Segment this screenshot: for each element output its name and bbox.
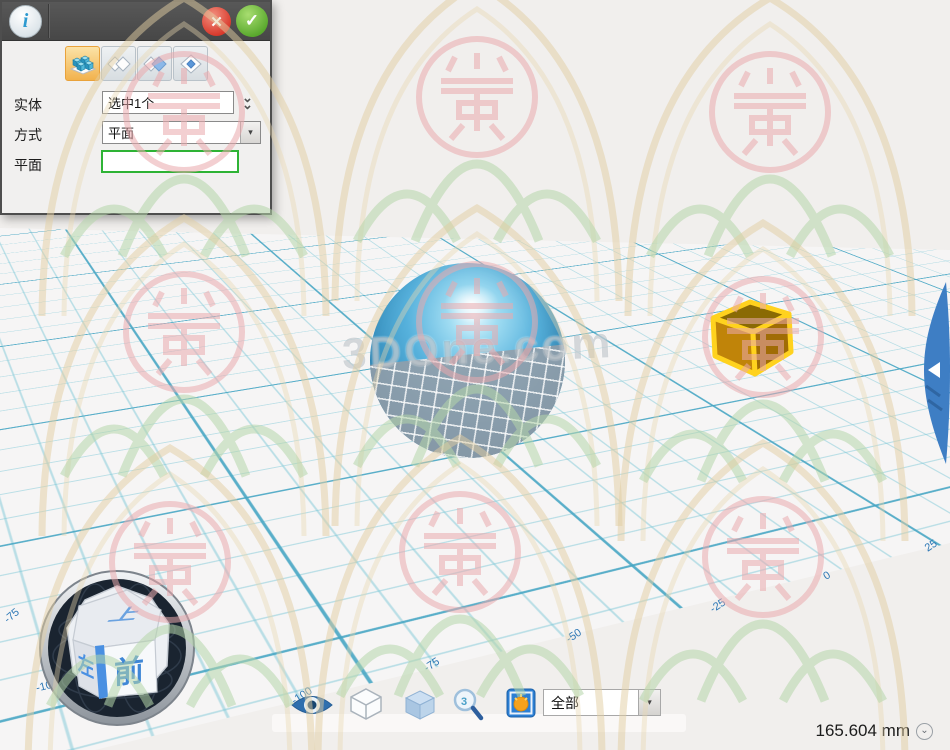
visibility-eye-icon[interactable]	[290, 692, 334, 718]
info-icon[interactable]: i	[9, 5, 42, 38]
plane-field-label: 平面	[14, 155, 42, 175]
sphere-submerged-half	[370, 343, 565, 458]
union-diamonds-icon	[105, 51, 133, 77]
subtract-diamonds-icon	[141, 51, 169, 77]
measurement-readout: 165.604 mm	[770, 721, 910, 741]
dropdown-arrow-icon[interactable]: ▾	[240, 122, 260, 143]
box-object[interactable]	[703, 292, 799, 380]
sphere-highlight	[444, 284, 499, 323]
render-mode-icon[interactable]	[506, 688, 536, 718]
measurement-chevron-icon[interactable]: ⌄	[916, 723, 933, 740]
base-shape-button[interactable]	[65, 46, 100, 81]
plane-input[interactable]	[101, 150, 239, 173]
method-select[interactable]: 平面 ▾	[102, 121, 261, 144]
intersect-operation-button[interactable]	[173, 46, 208, 81]
title-separator	[48, 4, 50, 38]
method-field-label: 方式	[14, 125, 42, 145]
union-operation-button[interactable]	[101, 46, 136, 81]
subtract-operation-button[interactable]	[137, 46, 172, 81]
entity-field-label: 实体	[14, 95, 42, 115]
dialog-title-bar[interactable]: i ✕ ✓	[2, 2, 270, 41]
stacked-cubes-icon	[69, 50, 97, 78]
view-cube-front-label[interactable]: 前	[114, 654, 144, 691]
wireframe-display-icon[interactable]	[348, 687, 384, 721]
dropdown-arrow-icon[interactable]: ▾	[638, 690, 660, 715]
app-window: 25 0 -25 -50 -75 -100 -75 -100 3DOne.com	[0, 0, 950, 750]
display-filter-value: 全部	[544, 693, 638, 713]
method-select-value: 平面	[103, 123, 240, 142]
cancel-button[interactable]: ✕	[202, 7, 231, 36]
sphere-object[interactable]	[370, 263, 565, 458]
confirm-button[interactable]: ✓	[236, 5, 268, 37]
shaded-display-icon[interactable]	[402, 689, 438, 721]
display-filter-select[interactable]: 全部 ▾	[543, 689, 661, 716]
zoom-icon[interactable]: 3	[452, 688, 484, 721]
entity-input[interactable]	[102, 91, 234, 114]
flyout-tab[interactable]	[916, 278, 950, 468]
svg-text:3: 3	[461, 696, 467, 708]
expand-chevron-icon[interactable]: ⌄⌄	[242, 94, 253, 108]
intersect-diamonds-icon	[177, 51, 205, 77]
combine-tool-dialog: i ✕ ✓	[0, 0, 272, 215]
view-cube[interactable]: 上 左 前	[37, 568, 197, 728]
